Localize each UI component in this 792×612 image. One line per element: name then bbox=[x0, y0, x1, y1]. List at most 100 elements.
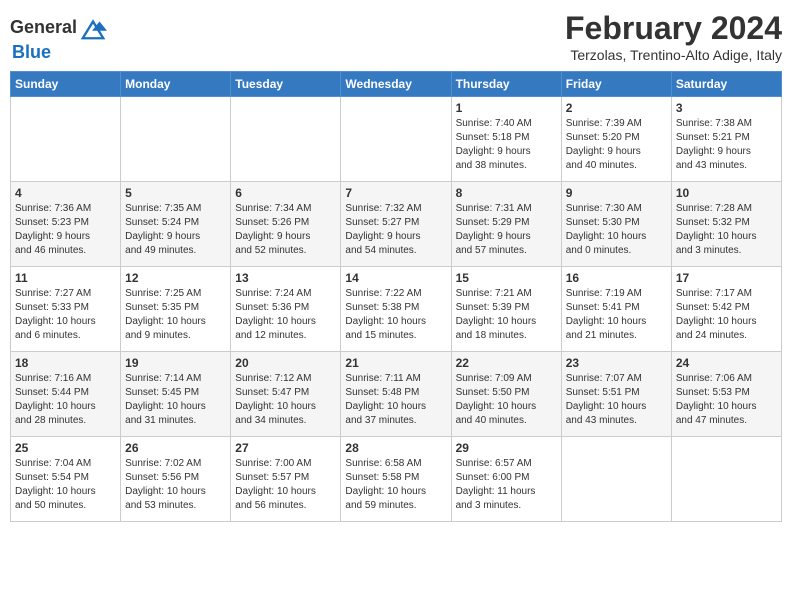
day-number: 18 bbox=[15, 356, 116, 370]
calendar-table: SundayMondayTuesdayWednesdayThursdayFrid… bbox=[10, 71, 782, 522]
day-number: 16 bbox=[566, 271, 667, 285]
day-number: 21 bbox=[345, 356, 446, 370]
calendar-cell-week4-day5 bbox=[561, 437, 671, 522]
day-number: 13 bbox=[235, 271, 336, 285]
calendar-cell-week4-day1: 26Sunrise: 7:02 AM Sunset: 5:56 PM Dayli… bbox=[121, 437, 231, 522]
day-number: 9 bbox=[566, 186, 667, 200]
day-info: Sunrise: 7:02 AM Sunset: 5:56 PM Dayligh… bbox=[125, 457, 226, 513]
day-number: 23 bbox=[566, 356, 667, 370]
day-number: 3 bbox=[676, 101, 777, 115]
weekday-header-thursday: Thursday bbox=[451, 72, 561, 97]
calendar-cell-week2-day6: 17 Sunrise: 7:17 AM Sunset: 5:42 PM Dayli… bbox=[671, 267, 781, 352]
calendar-cell-week0-day4: 1 Sunrise: 7:40 AM Sunset: 5:18 PM Daylig… bbox=[451, 97, 561, 182]
calendar-cell-week2-day1: 12 Sunrise: 7:25 AM Sunset: 5:35 PM Dayli… bbox=[121, 267, 231, 352]
calendar-cell-week0-day5: 2 Sunrise: 7:39 AM Sunset: 5:20 PM Daylig… bbox=[561, 97, 671, 182]
day-info: Sunrise: 6:58 AM Sunset: 5:58 PM Dayligh… bbox=[345, 457, 446, 513]
day-number: 22 bbox=[456, 356, 557, 370]
calendar-cell-week1-day6: 10Sunrise: 7:28 AM Sunset: 5:32 PM Dayli… bbox=[671, 182, 781, 267]
day-info: Sunrise: 7:25 AM Sunset: 5:35 PM Dayligh… bbox=[125, 287, 226, 343]
day-info: Sunrise: 7:22 AM Sunset: 5:38 PM Dayligh… bbox=[345, 287, 446, 343]
logo-icon bbox=[79, 14, 107, 42]
day-info: Sunrise: 7:36 AM Sunset: 5:23 PM Dayligh… bbox=[15, 202, 116, 258]
day-info: Sunrise: 7:12 AM Sunset: 5:47 PM Dayligh… bbox=[235, 372, 336, 428]
day-info: Sunrise: 7:38 AM Sunset: 5:21 PM Dayligh… bbox=[676, 117, 777, 173]
calendar-cell-week1-day0: 4 Sunrise: 7:36 AM Sunset: 5:23 PM Daylig… bbox=[11, 182, 121, 267]
calendar-cell-week3-day6: 24Sunrise: 7:06 AM Sunset: 5:53 PM Dayli… bbox=[671, 352, 781, 437]
logo: General Blue bbox=[10, 14, 107, 63]
day-info: Sunrise: 7:35 AM Sunset: 5:24 PM Dayligh… bbox=[125, 202, 226, 258]
day-number: 1 bbox=[456, 101, 557, 115]
day-info: Sunrise: 7:31 AM Sunset: 5:29 PM Dayligh… bbox=[456, 202, 557, 258]
day-info: Sunrise: 7:14 AM Sunset: 5:45 PM Dayligh… bbox=[125, 372, 226, 428]
day-info: Sunrise: 7:19 AM Sunset: 5:41 PM Dayligh… bbox=[566, 287, 667, 343]
day-number: 20 bbox=[235, 356, 336, 370]
day-info: Sunrise: 6:57 AM Sunset: 6:00 PM Dayligh… bbox=[456, 457, 557, 513]
day-info: Sunrise: 7:16 AM Sunset: 5:44 PM Dayligh… bbox=[15, 372, 116, 428]
day-number: 6 bbox=[235, 186, 336, 200]
day-number: 27 bbox=[235, 441, 336, 455]
calendar-cell-week1-day3: 7 Sunrise: 7:32 AM Sunset: 5:27 PM Daylig… bbox=[341, 182, 451, 267]
calendar-cell-week3-day2: 20 Sunrise: 7:12 AM Sunset: 5:47 PM Dayli… bbox=[231, 352, 341, 437]
day-info: Sunrise: 7:28 AM Sunset: 5:32 PM Dayligh… bbox=[676, 202, 777, 258]
title-area: February 2024 Terzolas, Trentino-Alto Ad… bbox=[565, 10, 782, 63]
day-info: Sunrise: 7:40 AM Sunset: 5:18 PM Dayligh… bbox=[456, 117, 557, 173]
day-number: 2 bbox=[566, 101, 667, 115]
day-number: 28 bbox=[345, 441, 446, 455]
month-title: February 2024 bbox=[565, 10, 782, 47]
day-info: Sunrise: 7:00 AM Sunset: 5:57 PM Dayligh… bbox=[235, 457, 336, 513]
weekday-header-saturday: Saturday bbox=[671, 72, 781, 97]
day-info: Sunrise: 7:34 AM Sunset: 5:26 PM Dayligh… bbox=[235, 202, 336, 258]
day-info: Sunrise: 7:32 AM Sunset: 5:27 PM Dayligh… bbox=[345, 202, 446, 258]
day-number: 5 bbox=[125, 186, 226, 200]
day-info: Sunrise: 7:09 AM Sunset: 5:50 PM Dayligh… bbox=[456, 372, 557, 428]
calendar-cell-week0-day1 bbox=[121, 97, 231, 182]
calendar-cell-week3-day1: 19 Sunrise: 7:14 AM Sunset: 5:45 PM Dayli… bbox=[121, 352, 231, 437]
calendar-cell-week2-day2: 13 Sunrise: 7:24 AM Sunset: 5:36 PM Dayli… bbox=[231, 267, 341, 352]
weekday-header-wednesday: Wednesday bbox=[341, 72, 451, 97]
calendar-cell-week4-day4: 29 Sunrise: 6:57 AM Sunset: 6:00 PM Dayli… bbox=[451, 437, 561, 522]
day-number: 29 bbox=[456, 441, 557, 455]
calendar-cell-week3-day3: 21 Sunrise: 7:11 AM Sunset: 5:48 PM Dayli… bbox=[341, 352, 451, 437]
page-header: General Blue February 2024 Terzolas, Tre… bbox=[10, 10, 782, 63]
day-number: 11 bbox=[15, 271, 116, 285]
day-info: Sunrise: 7:04 AM Sunset: 5:54 PM Dayligh… bbox=[15, 457, 116, 513]
day-number: 8 bbox=[456, 186, 557, 200]
calendar-cell-week1-day2: 6 Sunrise: 7:34 AM Sunset: 5:26 PM Daylig… bbox=[231, 182, 341, 267]
day-info: Sunrise: 7:17 AM Sunset: 5:42 PM Dayligh… bbox=[676, 287, 777, 343]
calendar-cell-week2-day4: 15 Sunrise: 7:21 AM Sunset: 5:39 PM Dayli… bbox=[451, 267, 561, 352]
weekday-header-sunday: Sunday bbox=[11, 72, 121, 97]
calendar-cell-week4-day0: 25 Sunrise: 7:04 AM Sunset: 5:54 PM Dayli… bbox=[11, 437, 121, 522]
calendar-cell-week1-day5: 9Sunrise: 7:30 AM Sunset: 5:30 PM Daylig… bbox=[561, 182, 671, 267]
day-info: Sunrise: 7:39 AM Sunset: 5:20 PM Dayligh… bbox=[566, 117, 667, 173]
calendar-cell-week0-day3 bbox=[341, 97, 451, 182]
day-number: 25 bbox=[15, 441, 116, 455]
day-number: 4 bbox=[15, 186, 116, 200]
calendar-cell-week1-day4: 8 Sunrise: 7:31 AM Sunset: 5:29 PM Daylig… bbox=[451, 182, 561, 267]
day-info: Sunrise: 7:27 AM Sunset: 5:33 PM Dayligh… bbox=[15, 287, 116, 343]
weekday-header-friday: Friday bbox=[561, 72, 671, 97]
day-info: Sunrise: 7:21 AM Sunset: 5:39 PM Dayligh… bbox=[456, 287, 557, 343]
calendar-cell-week2-day3: 14 Sunrise: 7:22 AM Sunset: 5:38 PM Dayli… bbox=[341, 267, 451, 352]
calendar-cell-week0-day0 bbox=[11, 97, 121, 182]
logo-blue: Blue bbox=[12, 42, 107, 63]
calendar-cell-week2-day5: 16 Sunrise: 7:19 AM Sunset: 5:41 PM Dayli… bbox=[561, 267, 671, 352]
calendar-cell-week3-day0: 18 Sunrise: 7:16 AM Sunset: 5:44 PM Dayli… bbox=[11, 352, 121, 437]
logo-text: General bbox=[10, 18, 77, 38]
day-info: Sunrise: 7:11 AM Sunset: 5:48 PM Dayligh… bbox=[345, 372, 446, 428]
weekday-header-monday: Monday bbox=[121, 72, 231, 97]
calendar-cell-week4-day3: 28 Sunrise: 6:58 AM Sunset: 5:58 PM Dayli… bbox=[341, 437, 451, 522]
day-number: 24 bbox=[676, 356, 777, 370]
day-number: 19 bbox=[125, 356, 226, 370]
calendar-cell-week2-day0: 11 Sunrise: 7:27 AM Sunset: 5:33 PM Dayli… bbox=[11, 267, 121, 352]
day-number: 12 bbox=[125, 271, 226, 285]
calendar-cell-week3-day5: 23Sunrise: 7:07 AM Sunset: 5:51 PM Dayli… bbox=[561, 352, 671, 437]
day-info: Sunrise: 7:24 AM Sunset: 5:36 PM Dayligh… bbox=[235, 287, 336, 343]
calendar-cell-week1-day1: 5 Sunrise: 7:35 AM Sunset: 5:24 PM Daylig… bbox=[121, 182, 231, 267]
day-number: 7 bbox=[345, 186, 446, 200]
day-number: 14 bbox=[345, 271, 446, 285]
day-number: 17 bbox=[676, 271, 777, 285]
day-number: 15 bbox=[456, 271, 557, 285]
location-title: Terzolas, Trentino-Alto Adige, Italy bbox=[565, 47, 782, 63]
calendar-cell-week4-day2: 27 Sunrise: 7:00 AM Sunset: 5:57 PM Dayli… bbox=[231, 437, 341, 522]
calendar-cell-week0-day2 bbox=[231, 97, 341, 182]
